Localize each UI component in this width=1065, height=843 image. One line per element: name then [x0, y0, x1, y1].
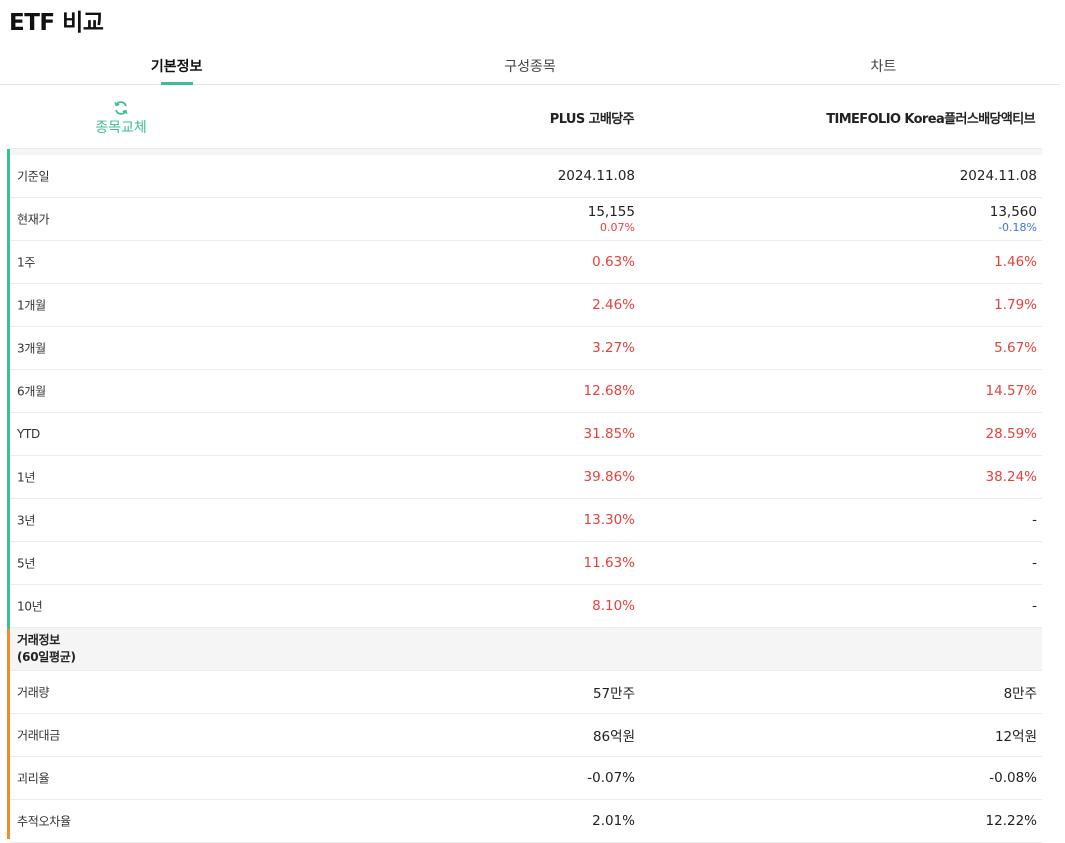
fund2-value: 12.22%: [985, 813, 1037, 829]
table-row-5y: 5년 11.63% -: [10, 542, 1042, 585]
fund-name-1[interactable]: PLUS 고배당주: [550, 108, 635, 127]
fund2-value: -: [1032, 555, 1037, 571]
tab-chart[interactable]: 차트: [707, 44, 1060, 84]
page-title: ETF 비교: [9, 10, 104, 36]
fund2-value: -0.08%: [989, 770, 1037, 786]
row-label: 현재가: [17, 212, 50, 227]
fund2-value: 12억원: [994, 729, 1037, 745]
fund-name-2[interactable]: TIMEFOLIO Korea플러스배당액티브: [826, 108, 1035, 127]
row-label: 1주: [17, 255, 36, 270]
row-label: 괴리율: [17, 771, 50, 786]
fund1-value: 86억원: [592, 729, 635, 745]
tab-bar: 기본정보 구성종목 차트: [0, 44, 1060, 85]
fund2-value: 8만주: [1003, 686, 1037, 702]
table-row-3y: 3년 13.30% -: [10, 499, 1042, 542]
table-row-1y: 1년 39.86% 38.24%: [10, 456, 1042, 499]
fund1-value: 2024.11.08: [557, 168, 635, 184]
fund1-value: 8.10%: [592, 598, 635, 614]
fund2-price: 13,560: [989, 204, 1037, 220]
row-label: YTD: [17, 427, 41, 441]
fund1-value: 39.86%: [583, 469, 635, 485]
fund1-price: 15,155: [587, 204, 635, 220]
swap-fund-label: 종목교체: [95, 120, 147, 136]
fund2-value: 14.57%: [985, 383, 1037, 399]
refresh-icon: [114, 101, 128, 115]
fund1-value: 3.27%: [592, 340, 635, 356]
tab-basic-info[interactable]: 기본정보: [0, 44, 353, 84]
table-row-1w: 1주 0.63% 1.46%: [10, 241, 1042, 284]
trade-section-header: 거래정보 (60일평균): [10, 628, 1042, 671]
row-label: 거래량: [17, 685, 50, 700]
trade-section-line1: 거래정보: [17, 633, 60, 647]
table-row-current-price: 현재가 15,155 0.07% 13,560 -0.18%: [10, 198, 1042, 241]
compare-table: 기준일 2024.11.08 2024.11.08 현재가 15,155 0.0…: [10, 155, 1042, 843]
table-row-3m: 3개월 3.27% 5.67%: [10, 327, 1042, 370]
row-label: 거래대금: [17, 728, 60, 743]
fund1-value: 2.46%: [592, 297, 635, 313]
table-row-6m: 6개월 12.68% 14.57%: [10, 370, 1042, 413]
fund1-value: 12.68%: [583, 383, 635, 399]
fund1-value: 11.63%: [583, 555, 635, 571]
fund2-value: 1.79%: [994, 297, 1037, 313]
table-row-1m: 1개월 2.46% 1.79%: [10, 284, 1042, 327]
row-label: 6개월: [17, 384, 46, 399]
table-row-tracking-error: 추적오차율 2.01% 12.22%: [10, 800, 1042, 843]
table-row-10y: 10년 8.10% -: [10, 585, 1042, 628]
fund1-value: 13.30%: [583, 512, 635, 528]
compare-header: 종목교체 PLUS 고배당주 TIMEFOLIO Korea플러스배당액티브: [9, 85, 1042, 149]
tab-holdings[interactable]: 구성종목: [353, 44, 706, 84]
row-label: 기준일: [17, 169, 50, 184]
row-label: 1개월: [17, 298, 46, 313]
trade-section-line2: (60일평균): [17, 650, 76, 664]
row-label: 3년: [17, 513, 36, 528]
fund2-value: 5.67%: [994, 340, 1037, 356]
fund2-value: 28.59%: [985, 426, 1037, 442]
table-row-base-date: 기준일 2024.11.08 2024.11.08: [10, 155, 1042, 198]
fund1-value: 2.01%: [592, 813, 635, 829]
table-row-trade-value: 거래대금 86억원 12억원: [10, 714, 1042, 757]
fund2-value: -: [1032, 598, 1037, 614]
fund1-value: 57만주: [592, 686, 635, 702]
fund2-value: 2024.11.08: [959, 168, 1037, 184]
row-label: 1년: [17, 470, 36, 485]
fund2-value: 1.46%: [994, 254, 1037, 270]
table-row-disparity: 괴리율 -0.07% -0.08%: [10, 757, 1042, 800]
fund1-value: 0.63%: [592, 254, 635, 270]
row-label: 10년: [17, 599, 43, 614]
fund2-value: 38.24%: [985, 469, 1037, 485]
fund2-change: -0.18%: [998, 221, 1037, 234]
trade-section-title: 거래정보 (60일평균): [17, 632, 76, 666]
swap-fund-button[interactable]: 종목교체: [89, 100, 153, 137]
fund1-value: -0.07%: [587, 770, 635, 786]
table-row-ytd: YTD 31.85% 28.59%: [10, 413, 1042, 456]
row-label: 추적오차율: [17, 814, 71, 829]
row-label: 3개월: [17, 341, 46, 356]
row-label: 5년: [17, 556, 36, 571]
fund2-value: -: [1032, 512, 1037, 528]
fund1-change: 0.07%: [600, 221, 635, 234]
table-row-volume: 거래량 57만주 8만주: [10, 671, 1042, 714]
fund1-value: 31.85%: [583, 426, 635, 442]
